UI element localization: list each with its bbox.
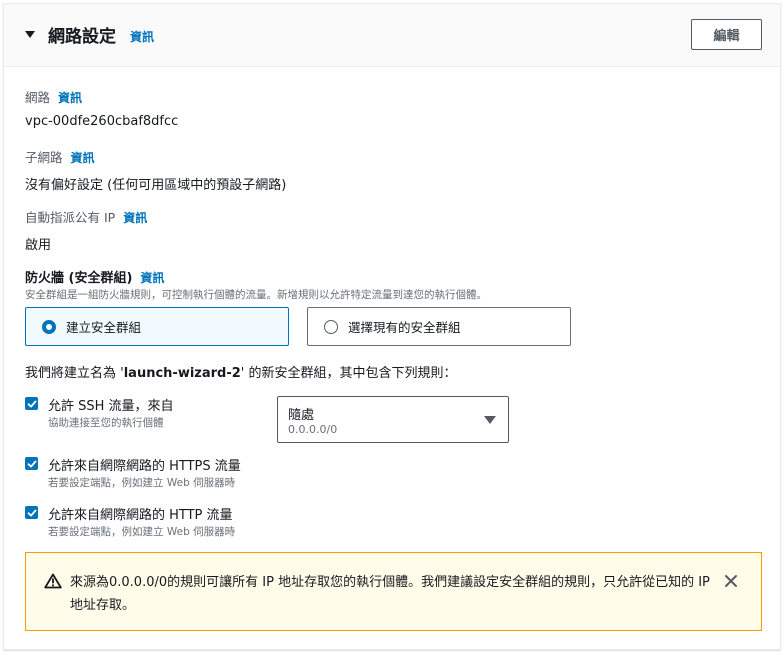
radio-selected-icon[interactable] [42,319,56,334]
close-icon[interactable] [724,574,738,588]
create-security-group-option[interactable]: 建立安全群組 [25,307,289,346]
section-header: 網路設定 資訊 編輯 [4,4,780,67]
network-label-row: 網路 資訊 [25,87,82,106]
firewall-description: 安全群組是一組防火牆規則，可控制執行個體的流量。新增規則以允許特定流量到達您的執… [25,289,487,301]
http-rule-description: 若要設定端點，例如建立 Web 伺服器時 [48,526,236,538]
radio-unselected-icon[interactable] [324,319,338,334]
create-security-group-label: 建立安全群組 [66,320,142,335]
dropdown-caret-icon [484,416,496,424]
subnet-value: 沒有偏好設定 (任何可用區域中的預設子網路) [25,178,287,193]
checkmark-icon [27,400,36,407]
section-title: 網路設定 [48,27,116,47]
network-label: 網路 [25,90,51,105]
warning-alert: 來源為0.0.0.0/0的規則可讓所有 IP 地址存取您的執行個體。我們建議設定… [25,552,762,631]
http-rule-label: 允許來自網際網路的 HTTP 流量 [48,508,233,523]
subnet-label: 子網路 [25,150,63,165]
network-info-link[interactable]: 資訊 [58,91,82,105]
public-ip-value: 啟用 [25,238,52,253]
collapse-caret-icon[interactable] [25,31,35,38]
ssh-checkbox[interactable] [25,397,38,410]
firewall-label: 防火牆 (安全群組) [25,271,133,286]
network-settings-panel: 網路設定 資訊 編輯 網路 資訊 vpc-00dfe260cbaf8dfcc 子網… [3,3,781,650]
section-info-link[interactable]: 資訊 [130,28,154,45]
ssh-source-cidr: 0.0.0.0/0 [288,423,338,436]
ssh-rule-label: 允許 SSH 流量，來自 [48,399,174,414]
https-rule-description: 若要設定端點，例如建立 Web 伺服器時 [48,477,236,489]
edit-button[interactable]: 編輯 [691,19,762,50]
https-checkbox[interactable] [25,457,38,470]
firewall-info-link[interactable]: 資訊 [140,271,164,285]
rules-intro-suffix: ' 的新安全群組，其中包含下列規則： [240,366,457,381]
ssh-rule-description: 協助連接至您的執行個體 [48,417,164,429]
select-existing-security-group-label: 選擇現有的安全群組 [348,320,461,335]
rules-intro: 我們將建立名為 'launch-wizard-2' 的新安全群組，其中包含下列規… [25,362,457,381]
http-checkbox[interactable] [25,506,38,519]
public-ip-label: 自動指派公有 IP [25,210,116,225]
security-group-name: launch-wizard-2 [123,366,241,381]
https-rule-label: 允許來自網際網路的 HTTPS 流量 [48,459,241,474]
select-existing-security-group-option[interactable]: 選擇現有的安全群組 [307,307,571,346]
subnet-info-link[interactable]: 資訊 [71,151,95,165]
warning-message: 來源為0.0.0.0/0的規則可讓所有 IP 地址存取您的執行個體。我們建議設定… [70,575,710,613]
checkmark-icon [27,460,36,467]
ssh-source-value: 隨處 [288,408,315,423]
firewall-label-row: 防火牆 (安全群組) 資訊 [25,267,164,286]
subnet-label-row: 子網路 資訊 [25,147,95,166]
public-ip-label-row: 自動指派公有 IP 資訊 [25,207,147,226]
network-value: vpc-00dfe260cbaf8dfcc [25,114,179,129]
warning-icon [44,573,62,589]
rules-intro-prefix: 我們將建立名為 ' [25,366,124,381]
checkmark-icon [27,509,36,516]
ssh-source-select[interactable]: 隨處 0.0.0.0/0 [277,396,509,443]
public-ip-info-link[interactable]: 資訊 [123,211,147,225]
